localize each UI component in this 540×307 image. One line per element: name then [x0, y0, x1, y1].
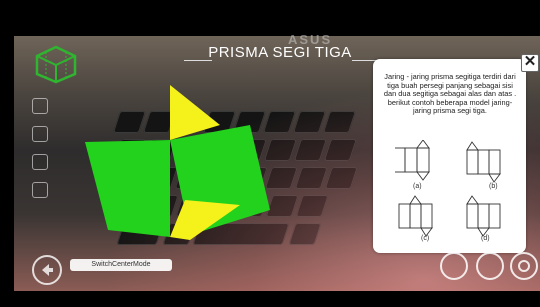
prism-triangle-top — [170, 85, 220, 140]
back-icon — [42, 264, 53, 276]
settings-button[interactable] — [510, 252, 538, 280]
net-d — [466, 195, 501, 237]
net-c — [398, 195, 433, 237]
hand-icon — [32, 182, 48, 198]
net-label-d: (d) — [481, 235, 490, 242]
rotate-button[interactable] — [476, 252, 504, 280]
capture-button[interactable] — [440, 252, 468, 280]
info-description: Jaring - jaring prisma segitiga terdiri … — [383, 72, 517, 116]
hand-icon — [32, 126, 48, 142]
hand-icon — [32, 98, 48, 114]
prism-face-left — [85, 140, 170, 237]
settings-icon — [518, 260, 530, 272]
switch-center-mode-button[interactable]: SwitchCenterMode — [70, 259, 172, 271]
3d-prism-model — [85, 85, 270, 240]
net-b — [466, 141, 501, 183]
close-button[interactable]: ✕ — [521, 54, 539, 72]
hand-icon — [32, 154, 48, 170]
net-a — [395, 140, 430, 181]
back-button[interactable] — [32, 255, 62, 285]
app-frame: ASUS PRISMA SEGI TIGA Jaring - jaring pr… — [0, 0, 540, 307]
net-label-c: (c) — [421, 235, 429, 242]
net-label-a: (a) — [413, 183, 422, 190]
prism-nets-illustration: (a) (b) (c) (d) — [395, 140, 501, 242]
net-label-b: (b) — [489, 183, 498, 190]
